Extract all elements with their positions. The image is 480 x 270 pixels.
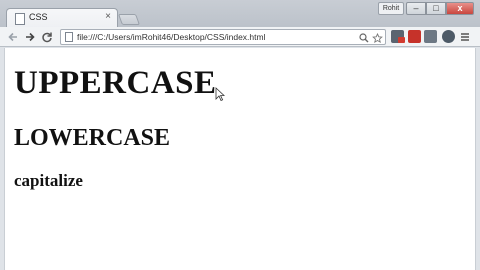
extension-icon[interactable] bbox=[408, 30, 421, 43]
page-content: UPPERCASE LOWERCASE capitalize bbox=[4, 48, 476, 270]
page-favicon-icon bbox=[15, 13, 25, 25]
heading-capitalize: capitalize bbox=[14, 171, 83, 190]
close-window-button[interactable]: x bbox=[446, 2, 474, 15]
heading-uppercase: UPPERCASE bbox=[14, 65, 217, 101]
reload-icon[interactable] bbox=[40, 29, 54, 45]
page-icon bbox=[65, 32, 73, 42]
forward-arrow-icon[interactable] bbox=[23, 29, 37, 45]
extension-icon[interactable] bbox=[442, 30, 455, 43]
extension-badge bbox=[398, 37, 405, 43]
tab-strip: CSS × Rohit – □ x bbox=[0, 0, 480, 28]
extension-icon[interactable] bbox=[424, 30, 437, 43]
menu-icon[interactable] bbox=[460, 29, 470, 47]
back-arrow-icon[interactable] bbox=[6, 29, 20, 45]
maximize-button[interactable]: □ bbox=[426, 2, 446, 15]
zoom-icon[interactable] bbox=[359, 31, 369, 47]
mouse-cursor-icon bbox=[215, 87, 225, 101]
tab-title: CSS bbox=[29, 12, 48, 22]
tab-close-icon[interactable]: × bbox=[105, 11, 111, 22]
heading-lowercase: LOWERCASE bbox=[14, 125, 171, 151]
user-profile-button[interactable]: Rohit bbox=[378, 2, 404, 15]
browser-window: CSS × Rohit – □ x file:///C:/Users/imRoh… bbox=[0, 0, 480, 270]
address-bar[interactable]: file:///C:/Users/imRohit46/Desktop/CSS/i… bbox=[60, 29, 386, 45]
minimize-button[interactable]: – bbox=[406, 2, 426, 15]
browser-toolbar: file:///C:/Users/imRohit46/Desktop/CSS/i… bbox=[0, 27, 480, 47]
new-tab-button[interactable] bbox=[117, 14, 141, 25]
tab-css[interactable]: CSS × bbox=[6, 8, 118, 28]
url-text: file:///C:/Users/imRohit46/Desktop/CSS/i… bbox=[77, 32, 266, 42]
bookmark-star-icon[interactable] bbox=[372, 31, 383, 48]
